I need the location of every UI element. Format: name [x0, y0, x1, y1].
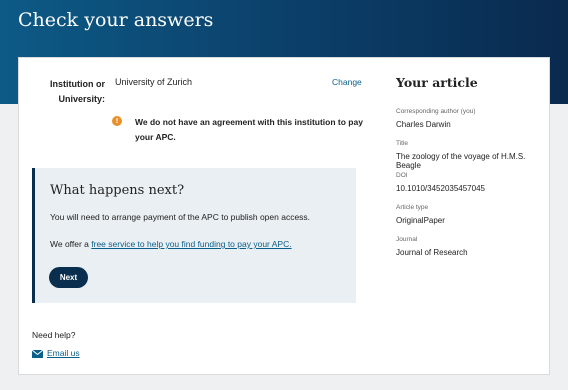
article-type-value: OriginalPaper [396, 216, 445, 225]
warning-message: We do not have an agreement with this in… [135, 117, 363, 142]
need-help-label: Need help? [32, 330, 76, 340]
change-institution-link[interactable]: Change [332, 77, 362, 87]
envelope-icon [32, 350, 43, 358]
what-happens-next-panel: What happens next? You will need to arra… [32, 168, 356, 303]
doi-label: DOI [396, 172, 408, 179]
funding-text-prefix: We offer a [50, 239, 92, 249]
institution-label: Institution or University: [50, 79, 105, 104]
article-type-label: Article type [396, 204, 429, 211]
next-button[interactable]: Next [49, 267, 88, 288]
email-us-link[interactable]: Email us [47, 348, 80, 358]
funding-text: We offer a free service to help you find… [50, 239, 292, 249]
next-heading: What happens next? [50, 183, 185, 198]
warning-icon: ! [112, 116, 122, 126]
author-value: Charles Darwin [396, 120, 451, 129]
institution-value: University of Zurich [115, 77, 193, 87]
your-article-title: Your article [396, 75, 478, 90]
journal-label: Journal [396, 236, 418, 243]
page-title: Check your answers [18, 9, 214, 31]
title-label: Title [396, 140, 409, 147]
journal-value: Journal of Research [396, 248, 468, 257]
author-label: Corresponding author (you) [396, 108, 476, 115]
next-info-text: You will need to arrange payment of the … [50, 212, 311, 222]
doi-value: 10.1010/3452035457045 [396, 184, 485, 193]
answers-card: Institution or University: University of… [18, 57, 550, 375]
funding-service-link[interactable]: free service to help you find funding to… [91, 239, 291, 249]
title-value: The zoology of the voyage of H.M.S. Beag… [396, 152, 526, 170]
